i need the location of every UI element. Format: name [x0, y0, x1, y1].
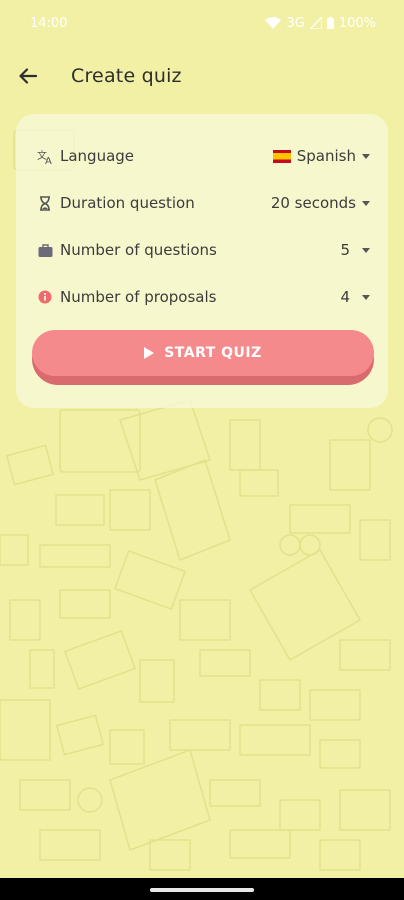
- duration-label: Duration question: [60, 194, 195, 212]
- proposals-dropdown[interactable]: 4: [340, 288, 370, 306]
- hourglass-icon: [36, 194, 54, 212]
- signal-icon: [309, 17, 322, 29]
- home-gesture-handle[interactable]: [150, 888, 254, 892]
- battery-level: 100%: [338, 15, 376, 31]
- info-icon: [36, 288, 54, 306]
- questions-label: Number of questions: [60, 241, 217, 259]
- language-setting[interactable]: 文 A Language Spanish: [36, 141, 370, 171]
- status-time: 14:00: [30, 15, 68, 31]
- dropdown-arrow-icon: [362, 153, 370, 159]
- navigation-bar: [0, 878, 404, 900]
- app-bar: Create quiz: [0, 52, 404, 100]
- status-icons: 3G 100%: [265, 16, 376, 31]
- language-label: Language: [60, 147, 135, 165]
- arrow-left-icon: [19, 68, 37, 84]
- language-value: Spanish: [296, 147, 356, 165]
- quiz-settings-card: 文 A Language Spanish Duration question 2…: [16, 114, 388, 408]
- wifi-icon: [265, 17, 282, 29]
- play-icon: [144, 347, 155, 359]
- questions-dropdown[interactable]: 5: [340, 241, 370, 259]
- briefcase-icon: [36, 241, 54, 259]
- network-type: 3G: [286, 15, 305, 31]
- language-dropdown[interactable]: Spanish: [272, 147, 370, 165]
- questions-setting[interactable]: Number of questions 5: [36, 235, 370, 265]
- status-bar: 14:00 3G 100%: [0, 0, 404, 46]
- dropdown-arrow-icon: [362, 294, 370, 300]
- back-button[interactable]: [0, 52, 56, 100]
- questions-value: 5: [340, 241, 350, 259]
- duration-dropdown[interactable]: 20 seconds: [271, 194, 370, 212]
- start-quiz-button[interactable]: START QUIZ: [32, 330, 374, 376]
- battery-icon: [326, 17, 334, 29]
- dropdown-arrow-icon: [362, 200, 370, 206]
- proposals-label: Number of proposals: [60, 288, 217, 306]
- proposals-value: 4: [340, 288, 350, 306]
- duration-value: 20 seconds: [270, 194, 356, 212]
- proposals-setting[interactable]: Number of proposals 4: [36, 282, 370, 312]
- duration-setting[interactable]: Duration question 20 seconds: [36, 188, 370, 218]
- page-title: Create quiz: [71, 65, 182, 87]
- spain-flag-icon: [272, 149, 291, 163]
- start-quiz-label: START QUIZ: [164, 345, 262, 361]
- dropdown-arrow-icon: [362, 247, 370, 253]
- svg-text:A: A: [45, 156, 52, 164]
- translate-icon: 文 A: [36, 147, 54, 165]
